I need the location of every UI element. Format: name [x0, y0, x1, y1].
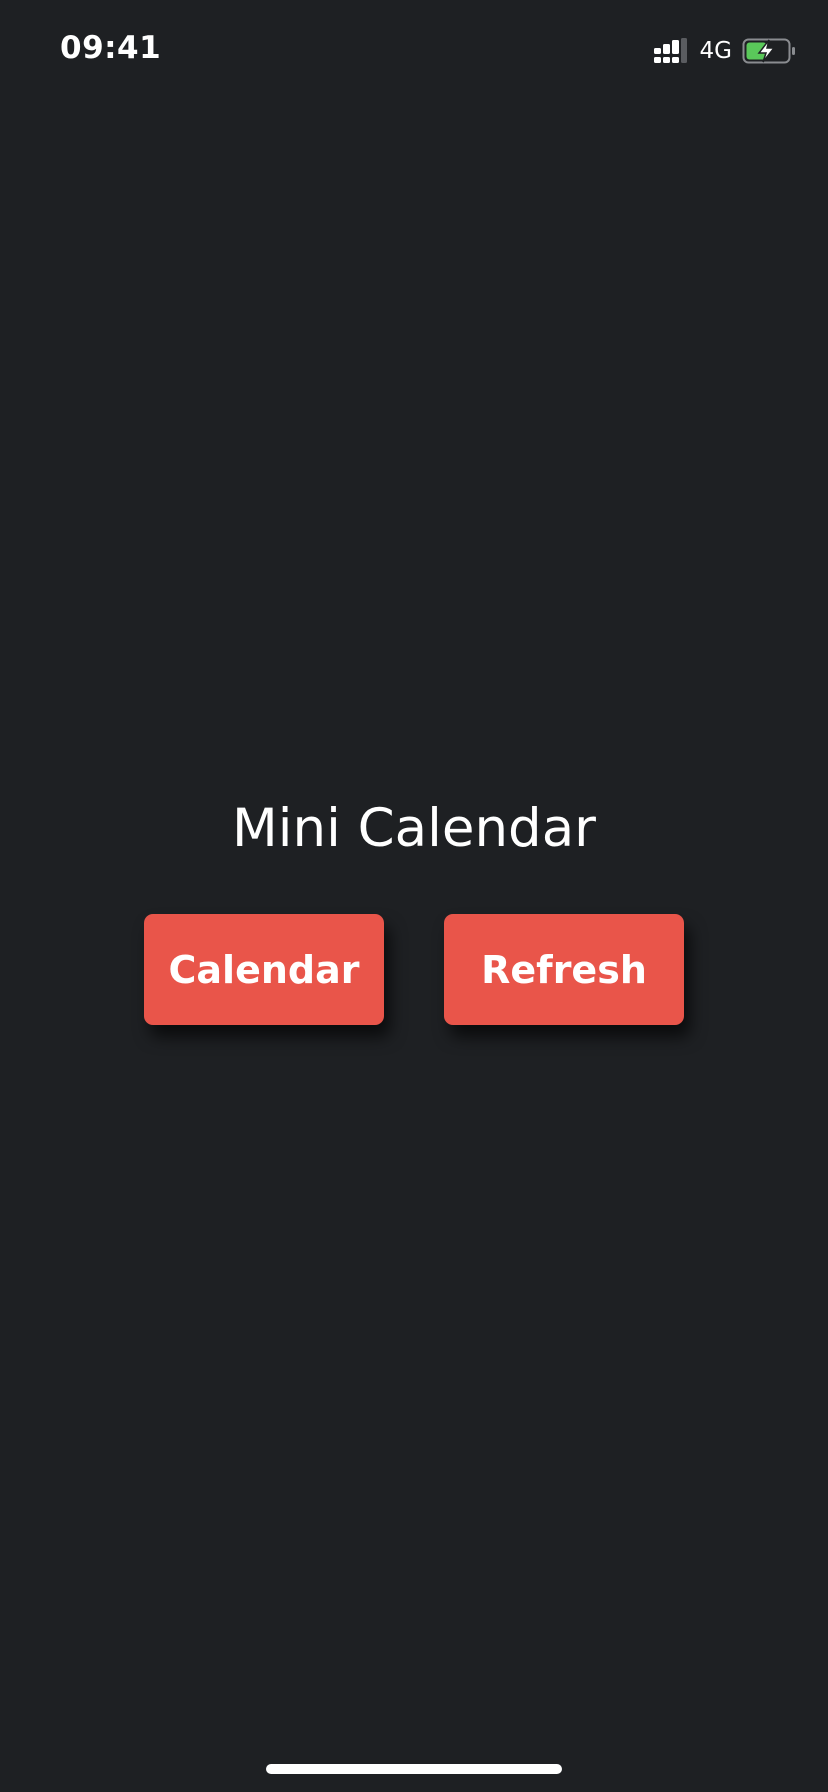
- home-indicator[interactable]: [266, 1764, 562, 1774]
- status-bar: 09:41 4G: [0, 0, 828, 100]
- status-icons: 4G: [653, 36, 796, 66]
- battery-charging-icon: [742, 38, 795, 64]
- calendar-button[interactable]: Calendar: [144, 914, 384, 1025]
- refresh-button[interactable]: Refresh: [444, 914, 684, 1025]
- status-time: 09:41: [60, 30, 162, 66]
- signal-icon: [653, 38, 687, 63]
- network-label: 4G: [699, 38, 732, 64]
- page-title: Mini Calendar: [232, 798, 596, 859]
